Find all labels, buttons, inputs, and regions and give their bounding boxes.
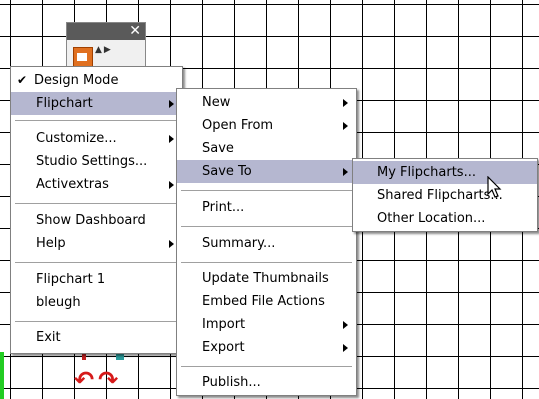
undo-redo-group: ↶ ↷ — [74, 368, 122, 392]
submenu-arrow-icon — [169, 181, 174, 189]
menu-item-activextras[interactable]: Activextras — [11, 173, 182, 196]
menu-separator — [181, 226, 352, 227]
menu-item-customize[interactable]: Customize... — [11, 127, 182, 150]
menu-item-save[interactable]: Save — [177, 137, 356, 160]
green-edge-marker — [0, 352, 4, 399]
menu-item-help[interactable]: Help — [11, 232, 182, 255]
menu-item-studio-settings[interactable]: Studio Settings... — [11, 150, 182, 173]
toolbox-titlebar[interactable]: ✕ — [67, 23, 145, 40]
menu-item-export[interactable]: Export — [177, 336, 356, 359]
menu-item-exit[interactable]: Exit — [11, 326, 182, 349]
undo-icon[interactable]: ↶ — [74, 368, 94, 392]
menu-item-flipchart-1[interactable]: Flipchart 1 — [11, 268, 182, 291]
menu-item-summary[interactable]: Summary... — [177, 232, 356, 255]
menu-item-shared-flipcharts[interactable]: Shared Flipcharts... — [353, 184, 537, 207]
submenu-arrow-icon — [169, 135, 174, 143]
save-to-submenu: My Flipcharts... Shared Flipcharts... Ot… — [352, 158, 538, 232]
menu-item-my-flipcharts[interactable]: My Flipcharts... — [353, 161, 537, 184]
menu-item-new[interactable]: New — [177, 91, 356, 114]
main-menu: ✔ Design Mode Flipchart Customize... Stu… — [10, 66, 183, 354]
redo-icon[interactable]: ↷ — [98, 368, 118, 392]
toolbox-menu-icon[interactable] — [73, 47, 93, 67]
menu-item-other-location[interactable]: Other Location... — [353, 207, 537, 230]
menu-item-bleugh[interactable]: bleugh — [11, 291, 182, 314]
menu-separator — [15, 120, 178, 121]
menu-item-open-from[interactable]: Open From — [177, 114, 356, 137]
submenu-arrow-icon — [343, 99, 348, 107]
menu-separator — [15, 321, 178, 322]
menu-item-update-thumbnails[interactable]: Update Thumbnails — [177, 267, 356, 290]
menu-separator — [181, 262, 352, 263]
menu-item-flipchart[interactable]: Flipchart — [11, 92, 182, 115]
checkmark-icon: ✔ — [17, 73, 28, 87]
submenu-arrow-icon — [343, 168, 348, 176]
flipchart-submenu: New Open From Save Save To Print... Summ… — [176, 88, 357, 396]
menu-item-import[interactable]: Import — [177, 313, 356, 336]
menu-separator — [15, 262, 178, 263]
mouse-cursor-icon — [487, 176, 502, 198]
menu-separator — [181, 190, 352, 191]
menu-item-publish[interactable]: Publish... — [177, 371, 356, 394]
submenu-arrow-icon — [343, 122, 348, 130]
menu-separator — [181, 366, 352, 367]
menu-item-print[interactable]: Print... — [177, 196, 356, 219]
toolbox-arrows-icon[interactable]: ▲▶ — [95, 45, 113, 55]
close-icon[interactable]: ✕ — [129, 23, 141, 40]
menu-item-save-to[interactable]: Save To — [177, 160, 356, 183]
menu-item-design-mode[interactable]: ✔ Design Mode — [11, 69, 182, 92]
menu-item-embed-file-actions[interactable]: Embed File Actions — [177, 290, 356, 313]
submenu-arrow-icon — [343, 321, 348, 329]
submenu-arrow-icon — [169, 100, 174, 108]
menu-separator — [15, 203, 178, 204]
submenu-arrow-icon — [169, 240, 174, 248]
highlighter-tool-icon[interactable] — [116, 354, 124, 360]
submenu-arrow-icon — [343, 344, 348, 352]
menu-item-show-dashboard[interactable]: Show Dashboard — [11, 209, 182, 232]
